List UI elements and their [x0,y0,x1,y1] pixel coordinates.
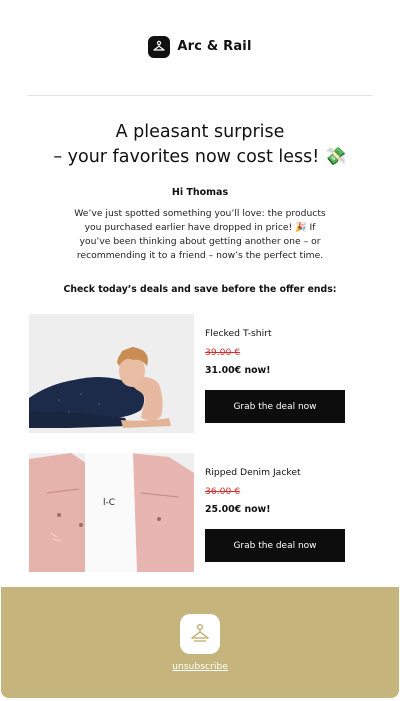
intro-text: We’ve just spotted something you’ll love… [74,208,326,261]
brand-name: Arc & Rail [177,39,252,54]
product-card: l-C Ripped Denim Jacket 36.00 € 25.00€ n… [29,453,400,572]
old-price: 36.00 € [205,486,241,497]
email-header: Arc & Rail [0,0,400,95]
product-image-tshirt[interactable] [29,314,194,433]
old-price: 39.00 € [205,347,241,358]
svg-text:l-C: l-C [103,498,115,508]
email-footer: unsubscribe [1,587,399,698]
product-name[interactable]: Flecked T-shirt [205,328,345,339]
headline-line-1: A pleasant surprise [115,122,285,142]
product-info: Ripped Denim Jacket 36.00 € 25.00€ now! … [205,453,345,562]
product-list: Flecked T-shirt 39.00 € 31.00€ now! Grab… [0,314,400,572]
product-card: Flecked T-shirt 39.00 € 31.00€ now! Grab… [29,314,400,433]
product-image-jacket[interactable]: l-C [29,453,194,572]
hanger-icon [180,614,220,654]
brand[interactable]: Arc & Rail [148,35,252,58]
unsubscribe-link[interactable]: unsubscribe [172,661,228,672]
header-divider [28,95,372,96]
deals-heading: Check today’s deals and save before the … [63,284,337,295]
product-info: Flecked T-shirt 39.00 € 31.00€ now! Grab… [205,314,345,423]
grab-deal-button[interactable]: Grab the deal now [205,529,345,562]
email-card: Arc & Rail A pleasant surprise – your fa… [0,0,400,701]
headline-line-2: – your favorites now cost less! 💸 [53,147,347,167]
greeting: Hi Thomas [171,187,229,198]
page-title: A pleasant surprise – your favorites now… [0,120,400,170]
product-name[interactable]: Ripped Denim Jacket [205,467,345,478]
grab-deal-button[interactable]: Grab the deal now [205,390,345,423]
new-price: 31.00€ now! [205,365,271,376]
new-price: 25.00€ now! [205,504,271,515]
hanger-icon [148,35,171,58]
